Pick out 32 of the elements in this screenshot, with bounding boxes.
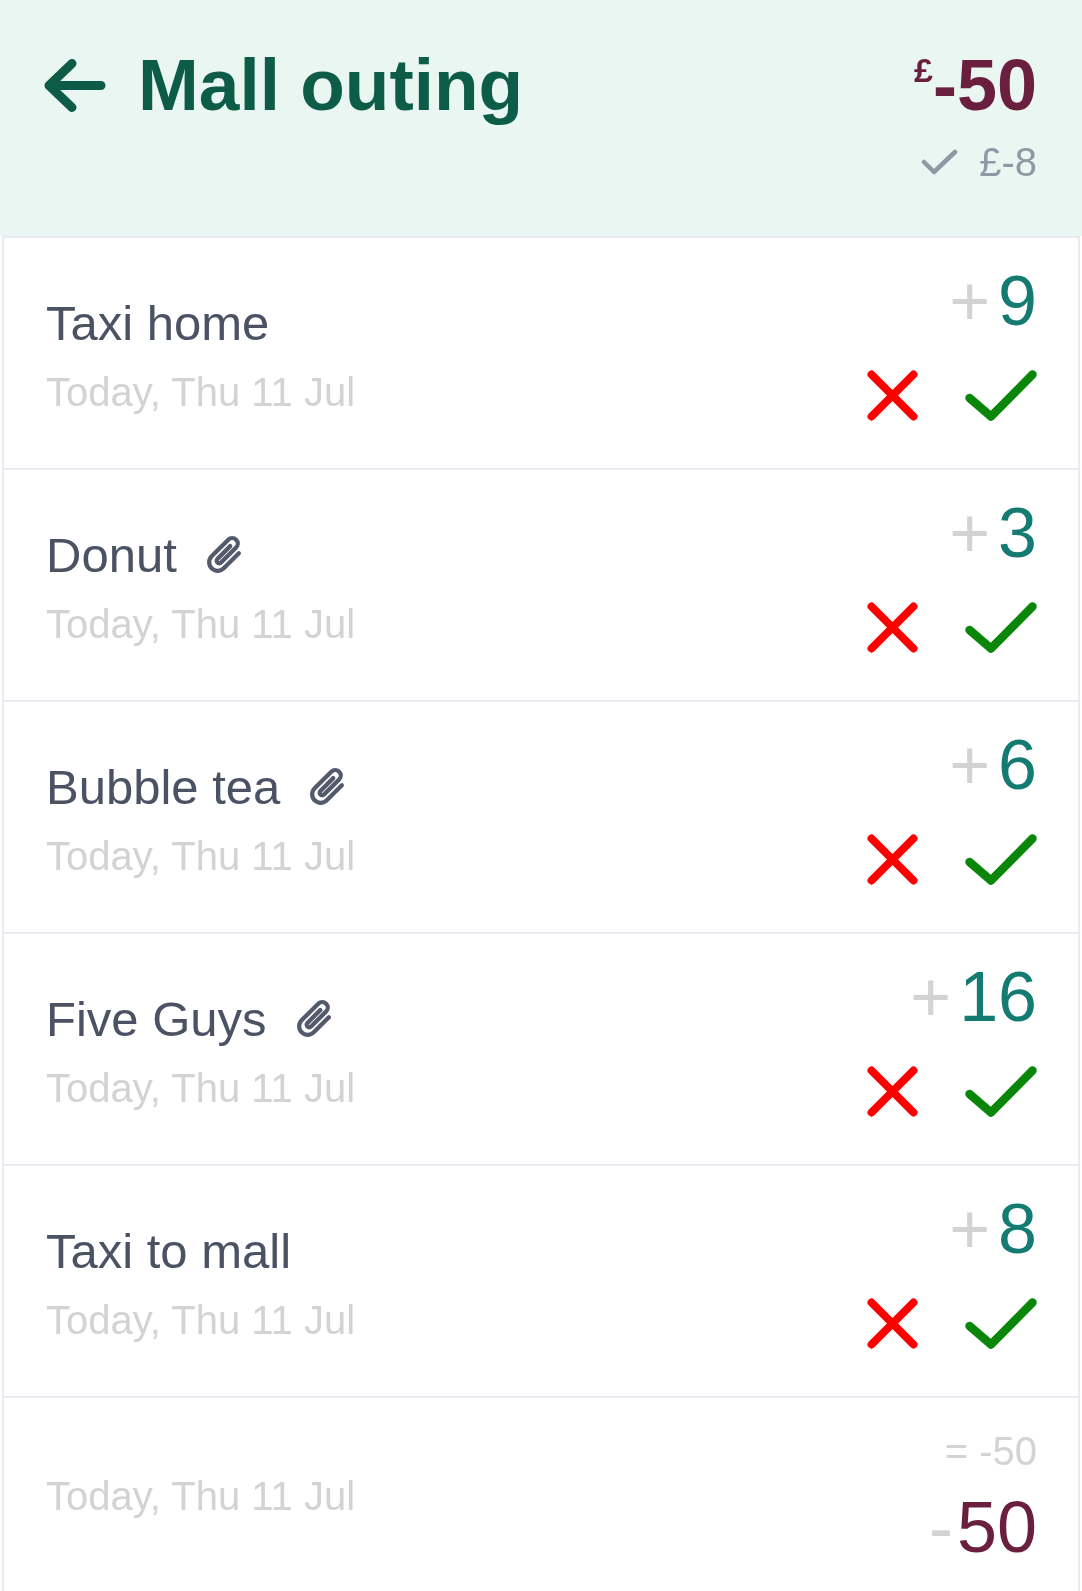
settled-amount: £-8 (979, 139, 1037, 186)
amount-sign: - (928, 1491, 953, 1563)
amount-value: 8 (998, 1194, 1037, 1264)
amount-sign: + (949, 266, 991, 336)
check-icon[interactable] (965, 370, 1037, 421)
check-icon[interactable] (965, 1066, 1037, 1117)
transaction-title: Taxi to mall (46, 1223, 292, 1279)
transaction-title: Bubble tea (46, 759, 281, 815)
page-title: Mall outing (138, 45, 524, 125)
cross-icon[interactable] (867, 370, 918, 421)
amount-value: 9 (998, 266, 1037, 336)
amount-sign: + (910, 962, 952, 1032)
amount-value: 16 (959, 962, 1037, 1032)
amount-sign: + (949, 498, 991, 568)
amount-sign: + (949, 1194, 991, 1264)
amount-sign: + (949, 730, 991, 800)
check-icon (921, 149, 959, 175)
check-icon[interactable] (965, 1298, 1037, 1349)
amount-value: 6 (998, 730, 1037, 800)
cross-icon[interactable] (867, 1066, 918, 1117)
cross-icon[interactable] (867, 1298, 918, 1349)
cross-icon[interactable] (867, 602, 918, 653)
check-icon[interactable] (965, 602, 1037, 653)
back-arrow-icon[interactable] (43, 58, 106, 112)
cross-icon[interactable] (867, 834, 918, 885)
amount-value: 3 (998, 498, 1037, 568)
check-icon[interactable] (965, 834, 1037, 885)
transaction-title: Donut (46, 527, 177, 583)
transaction-title: Five Guys (46, 991, 267, 1047)
balance-amount: 50 (956, 1491, 1037, 1563)
total-amount: $^{£}$-50 (914, 45, 1037, 125)
transaction-title: Taxi home (46, 295, 270, 351)
